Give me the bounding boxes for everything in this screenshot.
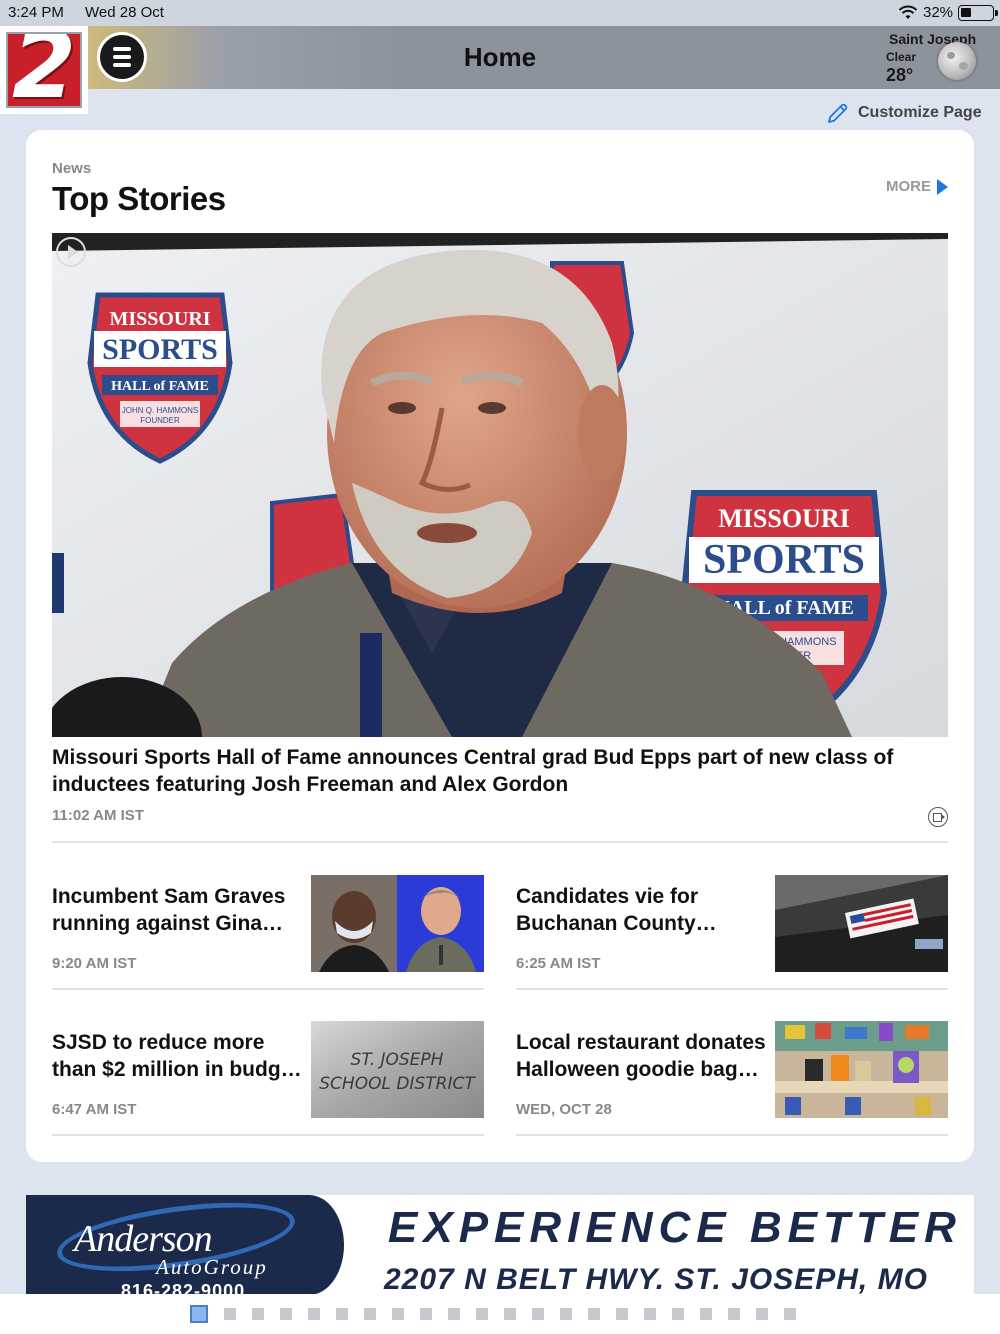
story-timestamp: 9:20 AM IST [52,955,137,972]
divider [516,1134,948,1136]
battery-icon [958,5,998,21]
page-dot[interactable] [280,1308,292,1320]
more-link[interactable]: MORE [886,178,948,195]
story-thumbnail: ST. JOSEPH SCHOOL DISTRICT [311,1021,484,1118]
divider [516,988,948,990]
page-dot[interactable] [700,1308,712,1320]
section-title: Top Stories [52,180,226,217]
story-item[interactable]: Local restaurant donates Halloween goodi… [516,1021,948,1136]
divider [52,1134,484,1136]
page-dot[interactable] [616,1308,628,1320]
ad-banner[interactable]: Anderson AutoGroup 816-282-9000 Experien… [26,1195,974,1295]
page-dot[interactable] [476,1308,488,1320]
logo-plate: 2 [6,32,82,108]
top-stories-card: News Top Stories MORE MISSOURI SPORTS HA… [26,130,974,1162]
page-dot[interactable] [784,1308,796,1320]
thumb-text-2: SCHOOL DISTRICT [319,1074,476,1094]
story-thumbnail [775,875,948,972]
story-headline: Candidates vie for Buchanan County asses… [516,885,699,935]
page-dot[interactable] [224,1308,236,1320]
left-emblem-line-2: SPORTS [102,333,218,366]
logo-number: 2 [12,32,77,108]
page-dot[interactable] [756,1308,768,1320]
story-item[interactable]: Candidates vie for Buchanan County asses… [516,875,948,990]
divider [52,841,948,843]
moon-icon [938,42,976,80]
chevron-right-icon [937,178,948,195]
story-item[interactable]: Incumbent Sam Graves running against Gin… [52,875,484,990]
station-logo[interactable]: 2 [0,26,88,114]
story-headline: Incumbent Sam Graves running against Gin… [52,885,286,935]
story-thumbnail [311,875,484,972]
page-title: Home [463,42,537,72]
status-date: Wed 28 Oct [85,4,164,21]
page-dot[interactable] [420,1308,432,1320]
page-dot[interactable] [392,1308,404,1320]
ad-address: 2207 N Belt Hwy. St. Joseph, Mo [384,1263,928,1295]
page-indicator [190,1305,796,1323]
page-dot[interactable] [532,1308,544,1320]
menu-button[interactable] [97,32,147,82]
customize-page-label: Customize Page [858,104,982,121]
page-dot[interactable] [364,1308,376,1320]
hero-photo: MISSOURI SPORTS HALL of FAME JOHN Q. HAM… [52,233,948,737]
weather-condition: Clear [886,50,917,64]
pencil-icon [828,103,848,123]
hero-timestamp: 11:02 AM IST [52,807,144,824]
left-emblem-line-5: FOUNDER [140,416,180,425]
battery-percentage: 32% [923,4,954,21]
left-emblem-line-3: HALL of FAME [111,379,209,394]
thumb-text-1: ST. JOSEPH [351,1050,444,1070]
ad-brand-sub: AutoGroup [156,1255,268,1279]
story-thumbnail [775,1021,948,1118]
left-emblem-line-1: MISSOURI [109,308,210,330]
ad-phone: 816-282-9000 [121,1281,246,1295]
right-emblem-line-2: SPORTS [703,537,865,583]
section-kicker: News [52,160,92,177]
page-dot[interactable] [252,1308,264,1320]
page-dot[interactable] [588,1308,600,1320]
page-dot[interactable] [336,1308,348,1320]
story-timestamp: 6:25 AM IST [516,955,601,972]
page-dot[interactable] [728,1308,740,1320]
hero-story-image[interactable]: MISSOURI SPORTS HALL of FAME JOHN Q. HAM… [52,233,948,737]
ad-logo-panel: Anderson AutoGroup 816-282-9000 [26,1195,344,1295]
story-item[interactable]: SJSD to reduce more than $2 million in b… [52,1021,484,1136]
video-icon [928,807,948,827]
ad-tagline: Experience Better [388,1203,962,1252]
more-label: MORE [886,178,931,195]
right-emblem-line-1: MISSOURI [718,504,849,533]
page-dot[interactable] [190,1305,208,1323]
page-dot[interactable] [644,1308,656,1320]
battery-fill [961,8,971,17]
hero-headline[interactable]: Missouri Sports Hall of Fame announces C… [52,744,948,798]
customize-page-button[interactable]: Customize Page [826,100,982,126]
play-icon[interactable] [56,237,86,267]
story-headline: SJSD to reduce more than $2 million in b… [52,1031,300,1081]
status-time: 3:24 PM [8,4,64,21]
status-bar: 3:24 PM Wed 28 Oct 32% [0,0,1000,26]
story-timestamp: 6:47 AM IST [52,1101,137,1118]
weather-widget[interactable]: Saint Joseph Clear 28° [860,30,1000,88]
page-dot[interactable] [504,1308,516,1320]
story-timestamp: WED, OCT 28 [516,1101,612,1118]
divider [52,988,484,990]
page-dot[interactable] [672,1308,684,1320]
page-dot[interactable] [560,1308,572,1320]
wifi-icon [898,5,918,19]
story-headline: Local restaurant donates Halloween goodi… [516,1031,766,1081]
weather-temperature: 28° [886,65,914,85]
left-emblem-line-4: JOHN Q. HAMMONS [122,406,198,415]
page-dot[interactable] [308,1308,320,1320]
page-dot[interactable] [448,1308,460,1320]
